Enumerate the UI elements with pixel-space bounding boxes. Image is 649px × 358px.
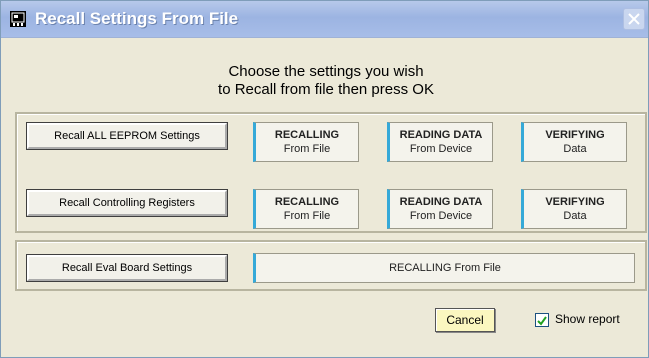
status-text: RECALLING From File bbox=[389, 262, 501, 274]
show-report-checkbox[interactable] bbox=[535, 313, 549, 327]
status-line-2: From Device bbox=[409, 210, 473, 222]
instructions-line-2: to Recall from file then press OK bbox=[218, 81, 434, 98]
controlling-reading-status: READING DATA From Device bbox=[387, 189, 493, 229]
controlling-recalling-status: RECALLING From File bbox=[253, 189, 359, 229]
status-line-1: READING DATA bbox=[399, 129, 483, 141]
window-title: Recall Settings From File bbox=[35, 9, 239, 28]
eeprom-reading-status: READING DATA From Device bbox=[387, 122, 493, 162]
recall-eval-board-button[interactable]: Recall Eval Board Settings bbox=[26, 254, 228, 282]
status-line-2: From File bbox=[283, 210, 331, 222]
instructions-line-1: Choose the settings you wish bbox=[228, 63, 424, 80]
close-icon bbox=[628, 13, 640, 25]
close-button[interactable] bbox=[623, 8, 645, 30]
status-line-2: Data bbox=[563, 143, 587, 155]
status-line-1: VERIFYING bbox=[545, 129, 605, 141]
status-line-1: VERIFYING bbox=[545, 196, 605, 208]
status-line-2: From Device bbox=[409, 143, 473, 155]
evalboard-recalling-status: RECALLING From File bbox=[253, 253, 635, 283]
controlling-verifying-status: VERIFYING Data bbox=[521, 189, 627, 229]
status-line-1: RECALLING bbox=[274, 196, 340, 208]
status-line-2: Data bbox=[563, 210, 587, 222]
status-line-1: RECALLING bbox=[274, 129, 340, 141]
eeprom-recalling-status: RECALLING From File bbox=[253, 122, 359, 162]
status-line-1: READING DATA bbox=[399, 196, 483, 208]
eeprom-verifying-status: VERIFYING Data bbox=[521, 122, 627, 162]
title-bar[interactable]: Recall Settings From File bbox=[1, 1, 648, 38]
chip-icon bbox=[10, 11, 26, 27]
cancel-button[interactable]: Cancel bbox=[435, 308, 495, 332]
instructions: Choose the settings you wish to Recall f… bbox=[1, 63, 649, 99]
checkmark-icon bbox=[537, 316, 547, 326]
recall-settings-dialog: Recall Settings From File Choose the set… bbox=[0, 0, 649, 358]
recall-controlling-registers-button[interactable]: Recall Controlling Registers bbox=[26, 189, 228, 217]
recall-all-eeprom-button[interactable]: Recall ALL EEPROM Settings bbox=[26, 122, 228, 150]
status-line-2: From File bbox=[283, 143, 331, 155]
show-report-label: Show report bbox=[555, 312, 620, 326]
